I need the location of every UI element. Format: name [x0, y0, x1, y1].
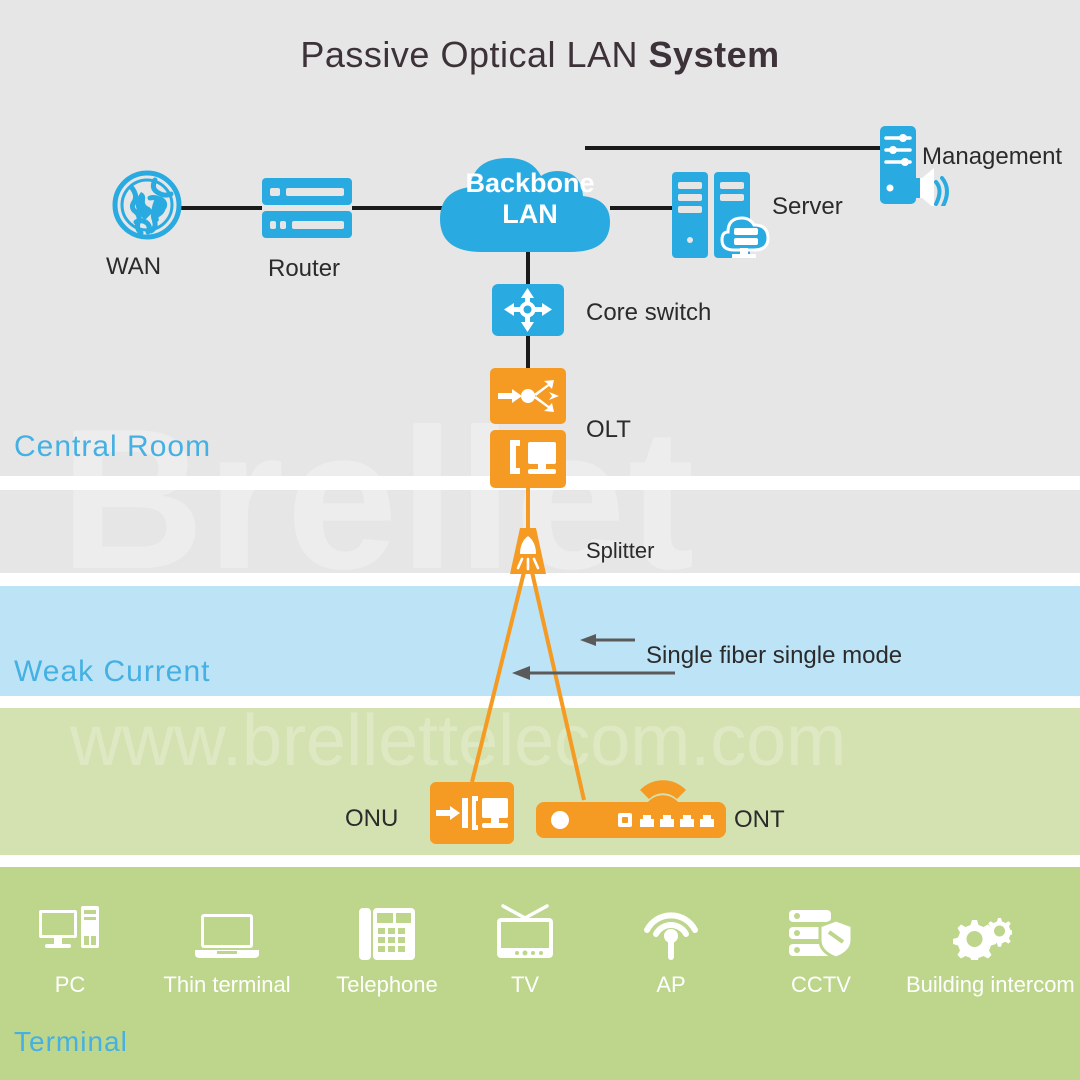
node-backbone-lan[interactable]: Backbone LAN: [430, 140, 630, 260]
wifi-access-point-icon: [596, 898, 746, 960]
terminal-label-building-intercom: Building intercom: [906, 972, 1075, 997]
terminal-item-thin-terminal[interactable]: Thin terminal: [152, 898, 302, 998]
terminal-item-building-intercom[interactable]: Building intercom: [906, 898, 1075, 998]
band-separator-3: [0, 696, 1080, 708]
terminal-item-pc[interactable]: PC: [0, 898, 145, 998]
node-splitter[interactable]: [504, 526, 552, 576]
terminal-label-ap: AP: [656, 972, 686, 997]
terminal-item-tv[interactable]: TV: [450, 898, 600, 998]
label-olt: OLT: [586, 416, 631, 443]
diagram-canvas: Brellet www.brellettelecom.com Passive O…: [0, 0, 1080, 1080]
label-core-switch: Core switch: [586, 299, 712, 326]
terminal-label-thin-terminal: Thin terminal: [163, 972, 291, 997]
terminal-item-ap[interactable]: AP: [596, 898, 746, 998]
zone-label-terminal: Terminal: [14, 1026, 128, 1057]
server-tower-cloud-icon: [672, 172, 770, 258]
desk-phone-icon: [312, 898, 462, 960]
backbone-label-line1: Backbone: [465, 168, 595, 198]
label-single-fiber-single-mode: Single fiber single mode: [646, 642, 903, 669]
label-ont: ONT: [734, 806, 785, 833]
label-wan: WAN: [106, 253, 162, 280]
terminal-label-pc: PC: [54, 972, 86, 997]
node-router[interactable]: [262, 178, 352, 240]
page-title: Passive Optical LAN System: [0, 34, 1080, 76]
laptop-icon: [152, 898, 302, 960]
terminal-item-telephone[interactable]: Telephone: [312, 898, 462, 998]
label-management: Management: [922, 143, 1063, 170]
terminal-label-tv: TV: [510, 972, 540, 997]
node-ont[interactable]: [536, 750, 726, 842]
cctv-storage-shield-icon: [746, 898, 896, 960]
core-switch-icon: [492, 284, 564, 336]
label-onu: ONU: [345, 805, 399, 832]
desktop-pc-icon: [0, 898, 145, 960]
node-olt[interactable]: [490, 368, 566, 488]
label-splitter: Splitter: [586, 538, 655, 563]
television-icon: [450, 898, 600, 960]
backbone-label-line2: LAN: [502, 199, 558, 229]
terminal-label-telephone: Telephone: [336, 972, 438, 997]
globe-icon: [112, 170, 182, 240]
node-onu[interactable]: [430, 782, 514, 844]
gears-intercom-icon: [906, 898, 1056, 960]
page-title-emphasis: System: [648, 34, 780, 75]
splitter-icon: [510, 528, 546, 574]
node-wan[interactable]: [110, 168, 184, 242]
node-server[interactable]: [670, 170, 780, 262]
zone-label-weak-current: Weak Current: [14, 655, 211, 688]
band-separator-4: [0, 855, 1080, 867]
zone-label-central-room: Central Room: [14, 430, 212, 463]
label-server: Server: [772, 193, 843, 220]
router-rack-icon: [262, 178, 352, 238]
label-router: Router: [268, 255, 341, 282]
backbone-lan-text: Backbone LAN: [430, 168, 630, 230]
terminal-label-cctv: CCTV: [791, 972, 851, 997]
ont-router-wifi-icon: [536, 780, 726, 838]
onu-icon: [430, 782, 514, 844]
node-core-switch[interactable]: [492, 284, 564, 336]
terminal-item-cctv[interactable]: CCTV: [746, 898, 896, 998]
olt-icon: [490, 368, 566, 488]
page-title-main: Passive Optical LAN: [300, 34, 649, 75]
